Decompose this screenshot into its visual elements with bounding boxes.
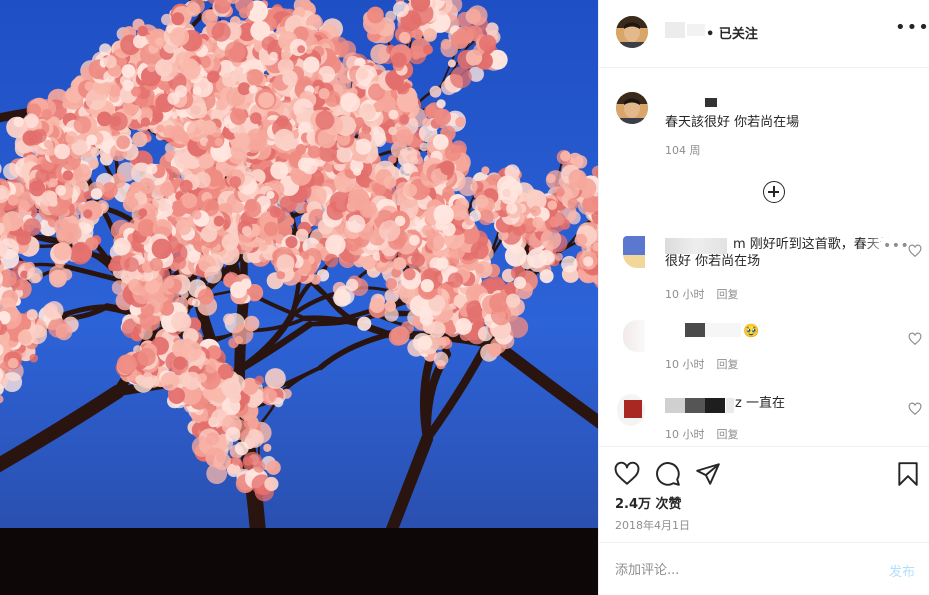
caption-timestamp[interactable]: 104 周: [665, 142, 701, 158]
comment-time[interactable]: 10 小时: [665, 428, 705, 441]
paper-plane-icon[interactable]: [695, 461, 721, 487]
post-header: • 已关注 •••: [599, 0, 929, 68]
comment-author-redacted[interactable]: [705, 323, 741, 337]
author-name-redacted[interactable]: [687, 24, 705, 36]
comment-author-redacted[interactable]: [726, 398, 734, 413]
comment-like-heart-icon[interactable]: [908, 402, 922, 416]
comment-text: z 一直在: [735, 396, 785, 411]
comment-avatar[interactable]: [623, 236, 645, 268]
comment-time[interactable]: 10 小时: [665, 358, 705, 371]
comment-text: 🥹: [743, 324, 760, 339]
person-photo-icon: [616, 16, 648, 48]
caption-author-avatar[interactable]: [616, 92, 648, 124]
comment-author-redacted[interactable]: [665, 398, 685, 413]
load-more-comments-icon[interactable]: [763, 181, 785, 203]
follow-status[interactable]: • 已关注: [706, 23, 758, 42]
comment-icon[interactable]: [655, 461, 681, 487]
heart-icon[interactable]: [614, 461, 640, 487]
post-side-panel: • 已关注 ••• 春天該很好 你若尚在場 104 周 m 刚好听到这首歌，春天…: [598, 0, 929, 595]
comment-time[interactable]: 10 小时: [665, 288, 705, 301]
reply-button[interactable]: 回复: [717, 288, 739, 301]
post-date[interactable]: 2018年4月1日: [615, 517, 690, 533]
comment-avatar[interactable]: [617, 394, 645, 426]
comment-like-heart-icon[interactable]: [908, 332, 922, 346]
author-avatar[interactable]: [616, 16, 648, 48]
caption-text: 春天該很好 你若尚在場: [665, 115, 800, 130]
reply-button[interactable]: 回复: [717, 358, 739, 371]
comment-meta: 10 小时 回复: [665, 286, 739, 302]
comment-more-icon[interactable]: •••: [881, 238, 910, 254]
comment-author-redacted[interactable]: [685, 323, 705, 337]
comment-author-redacted[interactable]: [665, 238, 727, 254]
comment-meta: 10 小时 回复: [665, 356, 739, 372]
comment-author-redacted[interactable]: [685, 398, 705, 413]
reply-button[interactable]: 回复: [717, 428, 739, 441]
person-photo-icon: [616, 92, 648, 124]
caption-author-name-redacted[interactable]: [705, 98, 717, 107]
comment-input[interactable]: [615, 560, 865, 580]
likes-count[interactable]: 2.4万 次赞: [615, 493, 682, 512]
comment-meta: 10 小时 回复: [665, 426, 739, 442]
comment-author-redacted[interactable]: [705, 398, 725, 413]
add-comment-bar: 发布: [599, 542, 929, 595]
cherry-blossom-image: [0, 0, 598, 595]
comment-avatar[interactable]: [623, 320, 645, 352]
more-options-icon[interactable]: •••: [895, 19, 929, 42]
post-actions: 2.4万 次赞 2018年4月1日: [599, 446, 929, 542]
bookmark-icon[interactable]: [895, 461, 921, 487]
post-photo[interactable]: [0, 0, 598, 595]
author-name-redacted[interactable]: [665, 22, 685, 38]
post-comment-button[interactable]: 发布: [889, 561, 915, 580]
comment-like-heart-icon[interactable]: [908, 244, 922, 258]
